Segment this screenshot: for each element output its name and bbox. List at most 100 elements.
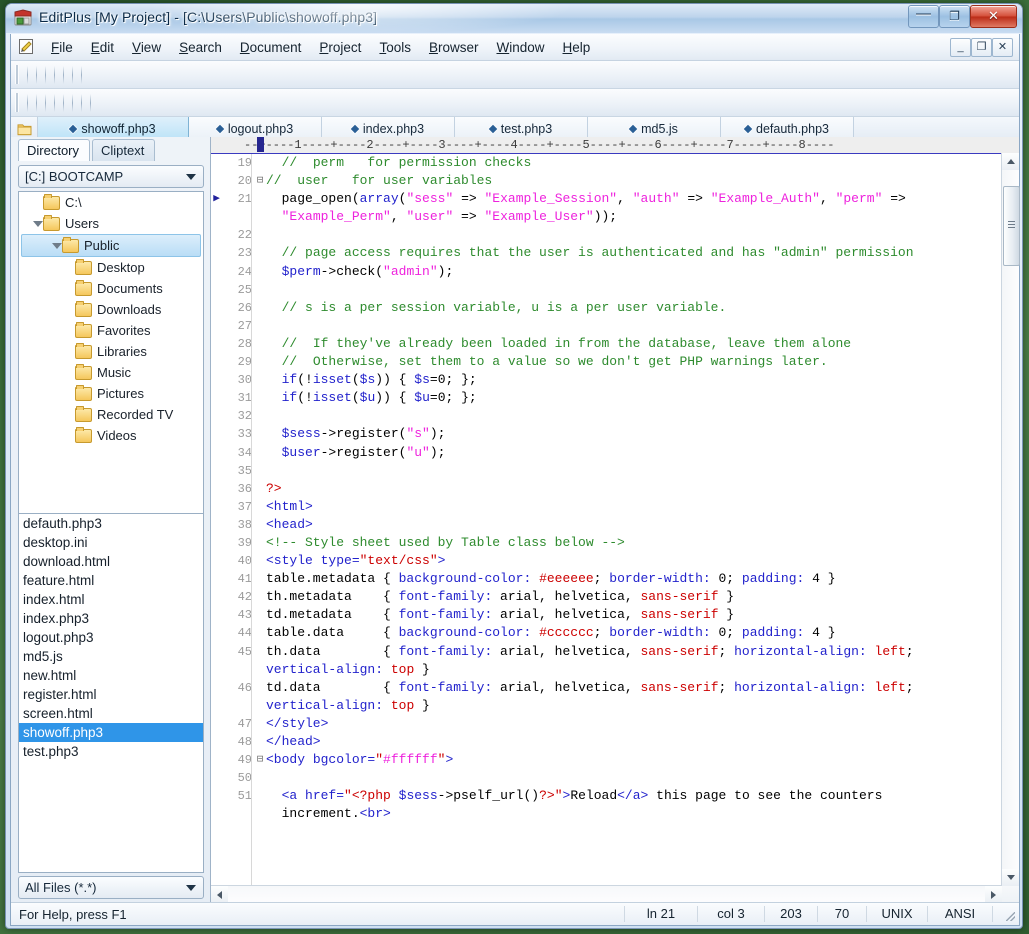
menu-view[interactable]: View xyxy=(123,37,170,58)
tree-node-libraries[interactable]: Libraries xyxy=(19,341,203,362)
code-token: , xyxy=(820,191,836,206)
tree-node-public[interactable]: Public xyxy=(21,234,201,257)
menu-file[interactable]: File xyxy=(42,37,82,58)
tree-spacer xyxy=(63,283,74,294)
mdi-minimize-button[interactable]: _ xyxy=(950,38,971,57)
file-item-showoff-php3[interactable]: showoff.php3 xyxy=(19,723,203,742)
code-token: } xyxy=(414,662,430,677)
drive-select[interactable]: [C:] BOOTCAMP xyxy=(18,165,204,188)
menu-document[interactable]: Document xyxy=(231,37,311,58)
menu-edit[interactable]: Edit xyxy=(82,37,123,58)
code-token: arial, helvetica, xyxy=(492,589,640,604)
tree-node-recorded-tv[interactable]: Recorded TV xyxy=(19,404,203,425)
tree-spacer xyxy=(63,367,74,378)
diamond-icon xyxy=(489,125,497,133)
code-token: "s" xyxy=(406,426,429,441)
resize-grip[interactable] xyxy=(992,906,1019,922)
tree-node-pictures[interactable]: Pictures xyxy=(19,383,203,404)
tree-node-desktop[interactable]: Desktop xyxy=(19,257,203,278)
line-marker-spacer xyxy=(211,462,222,480)
toolbar-grip[interactable] xyxy=(15,65,19,84)
code-line-text: // s is a per session variable, u is a p… xyxy=(266,299,1019,317)
sidebar-tab-cliptext[interactable]: Cliptext xyxy=(92,139,155,161)
file-list[interactable]: defauth.php3desktop.inidownload.htmlfeat… xyxy=(18,513,204,873)
scroll-left-button[interactable] xyxy=(211,886,228,903)
tree-node-downloads[interactable]: Downloads xyxy=(19,299,203,320)
menu-help[interactable]: Help xyxy=(554,37,600,58)
toolbar-grip[interactable] xyxy=(15,93,19,112)
tree-node-favorites[interactable]: Favorites xyxy=(19,320,203,341)
code-token: ->register( xyxy=(321,445,407,460)
fold-spacer xyxy=(254,733,266,751)
file-item-test-php3[interactable]: test.php3 xyxy=(19,742,203,761)
window-maximize-button[interactable]: ❐ xyxy=(939,5,970,28)
code-line: 38<head> xyxy=(211,516,1019,534)
file-item-defauth-php3[interactable]: defauth.php3 xyxy=(19,514,203,533)
triangle-down-icon xyxy=(1007,875,1015,880)
sidebar-tab-directory[interactable]: Directory xyxy=(18,139,90,161)
file-filter-select[interactable]: All Files (*.*) xyxy=(18,876,204,899)
editor-horizontal-scrollbar[interactable] xyxy=(211,885,1002,903)
code-token: <html> xyxy=(266,499,313,514)
folder-glyph xyxy=(17,123,32,136)
editor-pane: --+----1----+----2----+----3----+----4--… xyxy=(211,137,1019,903)
file-item-screen-html[interactable]: screen.html xyxy=(19,704,203,723)
code-token: table.data { xyxy=(266,625,399,640)
mdi-restore-icon: ❐ xyxy=(977,41,987,53)
fold-spacer xyxy=(254,244,266,262)
diamond-icon xyxy=(69,125,77,133)
mdi-restore-button[interactable]: ❐ xyxy=(971,38,992,57)
mdi-close-button[interactable]: ✕ xyxy=(992,38,1013,57)
expanded-triangle-icon[interactable] xyxy=(50,240,61,251)
tree-node-music[interactable]: Music xyxy=(19,362,203,383)
menu-search[interactable]: Search xyxy=(170,37,231,58)
tree-node-documents[interactable]: Documents xyxy=(19,278,203,299)
fold-spacer xyxy=(254,226,266,244)
file-item-download-html[interactable]: download.html xyxy=(19,552,203,571)
vertical-scroll-thumb[interactable] xyxy=(1003,186,1020,266)
scroll-down-button[interactable] xyxy=(1002,869,1019,886)
fold-spacer xyxy=(254,787,266,805)
window-client-area: FileEditViewSearchDocumentProjectToolsBr… xyxy=(10,34,1020,926)
menu-window[interactable]: Window xyxy=(487,37,553,58)
expanded-triangle-icon[interactable] xyxy=(31,218,42,229)
tree-node-label: Pictures xyxy=(97,386,144,401)
menu-tools[interactable]: Tools xyxy=(370,37,420,58)
file-item-index-html[interactable]: index.html xyxy=(19,590,203,609)
line-marker-spacer xyxy=(211,498,222,516)
menu-browser[interactable]: Browser xyxy=(420,37,488,58)
fold-spacer xyxy=(254,154,266,172)
file-item-logout-php3[interactable]: logout.php3 xyxy=(19,628,203,647)
tree-node-videos[interactable]: Videos xyxy=(19,425,203,446)
diamond-icon xyxy=(351,125,359,133)
code-token: <br> xyxy=(360,806,391,821)
menu-project[interactable]: Project xyxy=(310,37,370,58)
editor-vertical-scrollbar[interactable] xyxy=(1001,153,1019,886)
line-number: 20 xyxy=(222,172,254,190)
scroll-right-button[interactable] xyxy=(985,886,1002,903)
code-token xyxy=(266,264,282,279)
window-minimize-button[interactable]: — xyxy=(908,5,939,28)
file-item-desktop-ini[interactable]: desktop.ini xyxy=(19,533,203,552)
file-item-feature-html[interactable]: feature.html xyxy=(19,571,203,590)
directory-tree[interactable]: C:\UsersPublicDesktopDocumentsDownloadsF… xyxy=(18,191,204,515)
code-line-text: $sess->register("s"); xyxy=(266,425,1019,443)
code-token: Reload xyxy=(570,788,617,803)
scroll-up-button[interactable] xyxy=(1002,153,1019,170)
file-item-index-php3[interactable]: index.php3 xyxy=(19,609,203,628)
line-marker-spacer xyxy=(211,425,222,443)
file-item-new-html[interactable]: new.html xyxy=(19,666,203,685)
line-marker-spacer xyxy=(211,661,222,679)
code-line-text: td.metadata { font-family: arial, helvet… xyxy=(266,606,1019,624)
code-token: <a xyxy=(282,788,305,803)
tree-node-users[interactable]: Users xyxy=(19,213,203,234)
fold-collapse-icon[interactable]: ⊟ xyxy=(254,172,266,190)
fold-collapse-icon[interactable]: ⊟ xyxy=(254,751,266,769)
file-item-register-html[interactable]: register.html xyxy=(19,685,203,704)
tree-node-c-[interactable]: C:\ xyxy=(19,192,203,213)
window-close-button[interactable]: ✕ xyxy=(970,5,1017,28)
file-item-md5-js[interactable]: md5.js xyxy=(19,647,203,666)
code-line: 29 // Otherwise, set them to a value so … xyxy=(211,353,1019,371)
code-text-area[interactable]: 19 // perm for permission checks20⊟// us… xyxy=(211,154,1019,903)
tree-spacer xyxy=(63,304,74,315)
